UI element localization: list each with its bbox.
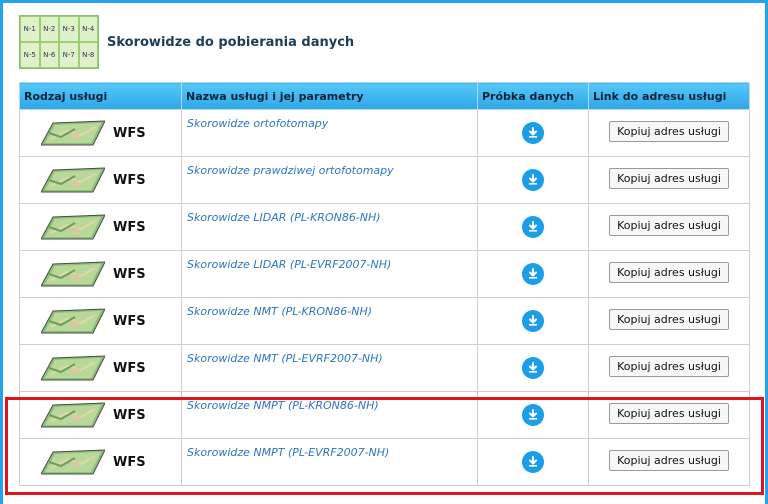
service-type-cell: WFS (19, 297, 182, 345)
column-header-name: Nazwa usługi i jej parametry (181, 82, 478, 110)
service-type-cell: WFS (19, 391, 182, 439)
service-name-link[interactable]: Skorowidze LIDAR (PL-KRON86-NH) (187, 211, 472, 224)
link-cell: Kopiuj adres usługi (588, 438, 750, 486)
sample-cell (477, 156, 589, 204)
link-cell: Kopiuj adres usługi (588, 203, 750, 251)
service-name-link[interactable]: Skorowidze NMPT (PL-EVRF2007-NH) (187, 446, 472, 459)
copy-address-button[interactable]: Kopiuj adres usługi (609, 450, 729, 471)
copy-address-button[interactable]: Kopiuj adres usługi (609, 262, 729, 283)
service-name-cell: Skorowidze LIDAR (PL-KRON86-NH) (181, 203, 478, 251)
grid-cell: N-6 (39, 42, 59, 68)
table-row: WFS Skorowidze NMPT (PL-EVRF2007-NH) Kop… (19, 438, 750, 486)
table-row: WFS Skorowidze prawdziwej ortofotomapy K… (19, 156, 750, 204)
service-name-link[interactable]: Skorowidze prawdziwej ortofotomapy (187, 164, 472, 177)
service-type-label: WFS (113, 313, 146, 329)
link-cell: Kopiuj adres usługi (588, 109, 750, 157)
map-thumbnail-icon (40, 354, 106, 382)
service-name-cell: Skorowidze prawdziwej ortofotomapy (181, 156, 478, 204)
link-cell: Kopiuj adres usługi (588, 391, 750, 439)
map-thumbnail-icon (40, 213, 106, 241)
column-header-link: Link do adresu usługi (588, 82, 750, 110)
sheet-grid-icon: N-1 N-2 N-3 N-4 N-5 N-6 N-7 N-8 (19, 15, 99, 69)
download-icon[interactable] (522, 121, 544, 144)
page-title: Skorowidze do pobierania danych (107, 34, 355, 50)
download-icon[interactable] (522, 356, 544, 379)
link-cell: Kopiuj adres usługi (588, 156, 750, 204)
service-type-cell: WFS (19, 109, 182, 157)
copy-address-button[interactable]: Kopiuj adres usługi (609, 121, 729, 142)
service-type-label: WFS (113, 266, 146, 282)
service-name-cell: Skorowidze NMT (PL-KRON86-NH) (181, 297, 478, 345)
column-header-sample: Próbka danych (477, 82, 589, 110)
sample-cell (477, 344, 589, 392)
map-thumbnail-icon (40, 401, 106, 429)
sample-cell (477, 297, 589, 345)
grid-cell: N-4 (78, 16, 98, 42)
page-header: N-1 N-2 N-3 N-4 N-5 N-6 N-7 N-8 Skorowidze do p… (19, 15, 354, 69)
copy-address-button[interactable]: Kopiuj adres usługi (609, 309, 729, 330)
service-type-cell: WFS (19, 203, 182, 251)
table-row: WFS Skorowidze LIDAR (PL-KRON86-NH) Kopi… (19, 203, 750, 251)
services-table: Rodzaj usługi Nazwa usługi i jej paramet… (19, 82, 750, 486)
map-thumbnail-icon (40, 260, 106, 288)
column-header-type: Rodzaj usługi (19, 82, 182, 110)
copy-address-button[interactable]: Kopiuj adres usługi (609, 168, 729, 189)
download-icon[interactable] (522, 309, 544, 332)
sample-cell (477, 109, 589, 157)
service-name-link[interactable]: Skorowidze ortofotomapy (187, 117, 472, 130)
service-type-label: WFS (113, 219, 146, 235)
service-name-link[interactable]: Skorowidze NMT (PL-KRON86-NH) (187, 305, 472, 318)
service-type-cell: WFS (19, 344, 182, 392)
sample-cell (477, 250, 589, 298)
service-name-link[interactable]: Skorowidze NMT (PL-EVRF2007-NH) (187, 352, 472, 365)
grid-cell: N-3 (59, 16, 79, 42)
service-type-cell: WFS (19, 250, 182, 298)
service-name-cell: Skorowidze NMT (PL-EVRF2007-NH) (181, 344, 478, 392)
service-type-label: WFS (113, 172, 146, 188)
table-row: WFS Skorowidze NMT (PL-KRON86-NH) Kopiuj… (19, 297, 750, 345)
copy-address-button[interactable]: Kopiuj adres usługi (609, 215, 729, 236)
table-row: WFS Skorowidze ortofotomapy Kopiuj adres… (19, 109, 750, 157)
table-row: WFS Skorowidze LIDAR (PL-EVRF2007-NH) Ko… (19, 250, 750, 298)
grid-cell: N-1 (20, 16, 40, 42)
grid-cell: N-2 (39, 16, 59, 42)
map-thumbnail-icon (40, 166, 106, 194)
service-name-cell: Skorowidze LIDAR (PL-EVRF2007-NH) (181, 250, 478, 298)
service-type-cell: WFS (19, 438, 182, 486)
link-cell: Kopiuj adres usługi (588, 250, 750, 298)
service-type-label: WFS (113, 125, 146, 141)
service-name-cell: Skorowidze NMPT (PL-EVRF2007-NH) (181, 438, 478, 486)
map-thumbnail-icon (40, 307, 106, 335)
link-cell: Kopiuj adres usługi (588, 344, 750, 392)
download-icon[interactable] (522, 168, 544, 191)
service-type-cell: WFS (19, 156, 182, 204)
sample-cell (477, 391, 589, 439)
sample-cell (477, 203, 589, 251)
grid-cell: N-7 (59, 42, 79, 68)
service-name-link[interactable]: Skorowidze NMPT (PL-KRON86-NH) (187, 399, 472, 412)
copy-address-button[interactable]: Kopiuj adres usługi (609, 356, 729, 377)
service-type-label: WFS (113, 454, 146, 470)
download-icon[interactable] (522, 450, 544, 473)
download-icon[interactable] (522, 403, 544, 426)
map-thumbnail-icon (40, 119, 106, 147)
map-thumbnail-icon (40, 448, 106, 476)
grid-cell: N-5 (20, 42, 40, 68)
link-cell: Kopiuj adres usługi (588, 297, 750, 345)
service-type-label: WFS (113, 407, 146, 423)
service-name-cell: Skorowidze ortofotomapy (181, 109, 478, 157)
grid-cell: N-8 (78, 42, 98, 68)
sample-cell (477, 438, 589, 486)
service-name-cell: Skorowidze NMPT (PL-KRON86-NH) (181, 391, 478, 439)
service-name-link[interactable]: Skorowidze LIDAR (PL-EVRF2007-NH) (187, 258, 472, 271)
copy-address-button[interactable]: Kopiuj adres usługi (609, 403, 729, 424)
download-icon[interactable] (522, 262, 544, 285)
service-type-label: WFS (113, 360, 146, 376)
table-row: WFS Skorowidze NMPT (PL-KRON86-NH) Kopiu… (19, 391, 750, 439)
table-row: WFS Skorowidze NMT (PL-EVRF2007-NH) Kopi… (19, 344, 750, 392)
table-header-row: Rodzaj usługi Nazwa usługi i jej paramet… (19, 82, 750, 110)
download-icon[interactable] (522, 215, 544, 238)
